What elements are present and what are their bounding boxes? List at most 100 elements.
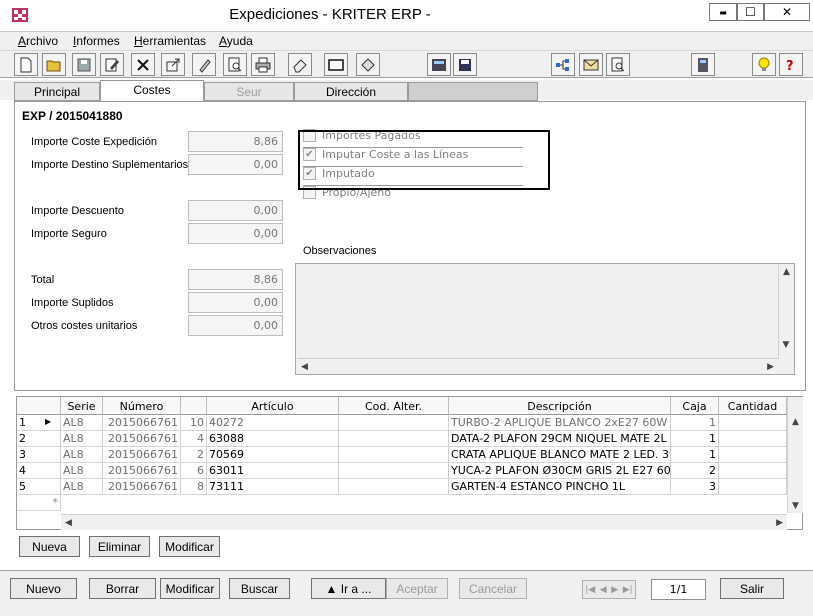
cell-numero[interactable]: 2015066761 (103, 447, 181, 463)
close-button[interactable]: ✕ (764, 3, 810, 21)
stamp-button[interactable] (356, 53, 380, 76)
window-button[interactable] (324, 53, 348, 76)
ir-a-button[interactable]: ▲ Ir a ... (311, 578, 386, 599)
table-row[interactable]: 3 AL8 2015066761 2 70569 CRATA APLIQUE B… (17, 447, 787, 463)
table-row[interactable]: 4 AL8 2015066761 6 63011 YUCA-2 PLAFON Ø… (17, 463, 787, 479)
tab-direccion[interactable]: Dirección (294, 82, 408, 101)
cell-cantidad[interactable] (719, 415, 787, 431)
cell-cod-alter[interactable] (339, 431, 449, 447)
grid-header-caja[interactable]: Caja (671, 397, 719, 415)
eraser-button[interactable] (288, 53, 312, 76)
scroll-right-icon[interactable]: ▶ (767, 362, 774, 372)
grid-header-cantidad[interactable]: Cantidad (719, 397, 787, 415)
nuevo-button[interactable]: Nuevo (10, 578, 77, 599)
total-field[interactable]: 8,86 (188, 269, 283, 290)
coste-expedicion-field[interactable]: 8,86 (188, 131, 283, 152)
suplidos-field[interactable]: 0,00 (188, 292, 283, 313)
cell-serie[interactable]: AL8 (61, 415, 103, 431)
open-button[interactable] (42, 53, 66, 76)
cell-linea[interactable]: 10 (181, 415, 207, 431)
cell-numero[interactable]: 2015066761 (103, 463, 181, 479)
tree-button[interactable] (551, 53, 575, 76)
cell-articulo[interactable]: 63011 (207, 463, 339, 479)
nueva-line-button[interactable]: Nueva (19, 536, 80, 557)
cell-descripcion[interactable]: DATA-2 PLAFON 29CM NIQUEL MATE 2L E27 (449, 431, 671, 447)
tab-costes[interactable]: Costes (100, 80, 204, 102)
cell-cantidad[interactable] (719, 479, 787, 495)
maximize-button[interactable]: ☐ (737, 3, 764, 21)
cell-cod-alter[interactable] (339, 415, 449, 431)
cell-serie[interactable]: AL8 (61, 447, 103, 463)
cell-serie[interactable]: AL8 (61, 463, 103, 479)
cell-numero[interactable]: 2015066761 (103, 431, 181, 447)
cell-descripcion[interactable]: GARTEN-4 ESTANCO PINCHO 1L (449, 479, 671, 495)
new-button[interactable] (14, 53, 38, 76)
tab-principal[interactable]: Principal (14, 82, 100, 101)
eliminar-line-button[interactable]: Eliminar (89, 536, 150, 557)
calculator-button[interactable] (691, 53, 715, 76)
descuento-field[interactable]: 0,00 (188, 200, 283, 221)
last-record-icon[interactable]: ▶| (623, 585, 633, 595)
menu-informes[interactable]: Informes (73, 34, 120, 48)
otros-costes-field[interactable]: 0,00 (188, 315, 283, 336)
export-button[interactable] (161, 53, 185, 76)
cell-linea[interactable]: 8 (181, 479, 207, 495)
cell-numero[interactable]: 2015066761 (103, 479, 181, 495)
cell-descripcion[interactable]: CRATA APLIQUE BLANCO MATE 2 LED. 3w (449, 447, 671, 463)
table-row[interactable]: 1 ▶ AL8 2015066761 10 40272 TURBO-2 APLIQ… (17, 415, 787, 431)
cell-linea[interactable]: 2 (181, 447, 207, 463)
menu-archivo[interactable]: Archivo (18, 34, 58, 48)
menu-herramientas[interactable]: Herramientas (134, 34, 206, 48)
cell-cod-alter[interactable] (339, 463, 449, 479)
cell-articulo[interactable]: 63088 (207, 431, 339, 447)
new-row[interactable]: * (17, 495, 787, 511)
modificar-button[interactable]: Modificar (160, 578, 220, 599)
borrar-button[interactable]: Borrar (89, 578, 156, 599)
cell-serie[interactable]: AL8 (61, 431, 103, 447)
cell-cod-alter[interactable] (339, 447, 449, 463)
cell-articulo[interactable]: 40272 (207, 415, 339, 431)
first-record-icon[interactable]: |◀ (585, 585, 595, 595)
grid-header-serie[interactable]: Serie (61, 397, 103, 415)
modificar-line-button[interactable]: Modificar (159, 536, 220, 557)
salir-button[interactable]: Salir (720, 578, 784, 599)
aceptar-button[interactable]: Aceptar (386, 578, 448, 599)
attach-button[interactable] (192, 53, 216, 76)
edit-button[interactable] (100, 53, 124, 76)
cell-numero[interactable]: 2015066761 (103, 415, 181, 431)
delete-button[interactable] (131, 53, 155, 76)
cell-descripcion[interactable]: TURBO-2 APLIQUE BLANCO 2xE27 60W (449, 415, 671, 431)
grid-vscrollbar[interactable]: ▲ ▼ (787, 397, 803, 513)
calculator-grid-button[interactable] (427, 53, 451, 76)
grid-header-descripcion[interactable]: Descripción (449, 397, 671, 415)
table-row[interactable]: 2 AL8 2015066761 4 63088 DATA-2 PLAFON 2… (17, 431, 787, 447)
tab-seur[interactable]: Seur (204, 82, 294, 101)
grid-scroll-down-icon[interactable]: ▼ (792, 501, 799, 511)
grid-scroll-left-icon[interactable]: ◀ (65, 518, 72, 528)
save-button[interactable] (72, 53, 96, 76)
cell-articulo[interactable]: 73111 (207, 479, 339, 495)
menu-ayuda[interactable]: Ayuda (219, 34, 253, 48)
grid-header-cod-alter[interactable]: Cod. Alter. (339, 397, 449, 415)
destino-supl-field[interactable]: 0,00 (188, 154, 283, 175)
cell-articulo[interactable]: 70569 (207, 447, 339, 463)
grid-header-articulo[interactable]: Artículo (207, 397, 339, 415)
cell-caja[interactable]: 3 (671, 479, 719, 495)
cell-caja[interactable]: 2 (671, 463, 719, 479)
print-button[interactable] (251, 53, 275, 76)
floppy-button[interactable] (453, 53, 477, 76)
grid-scroll-up-icon[interactable]: ▲ (792, 417, 799, 427)
cell-serie[interactable]: AL8 (61, 479, 103, 495)
print-preview-button[interactable] (223, 53, 247, 76)
grid-header-numero[interactable]: Número (103, 397, 181, 415)
cell-cantidad[interactable] (719, 447, 787, 463)
cell-caja[interactable]: 1 (671, 447, 719, 463)
scroll-left-icon[interactable]: ◀ (301, 362, 308, 372)
scroll-up-icon[interactable]: ▲ (783, 267, 790, 277)
cell-cantidad[interactable] (719, 431, 787, 447)
grid-scroll-right-icon[interactable]: ▶ (776, 518, 783, 528)
find-button[interactable] (606, 53, 630, 76)
tips-button[interactable] (752, 53, 776, 76)
next-record-icon[interactable]: ▶ (611, 585, 618, 595)
scroll-down-icon[interactable]: ▼ (778, 340, 794, 350)
